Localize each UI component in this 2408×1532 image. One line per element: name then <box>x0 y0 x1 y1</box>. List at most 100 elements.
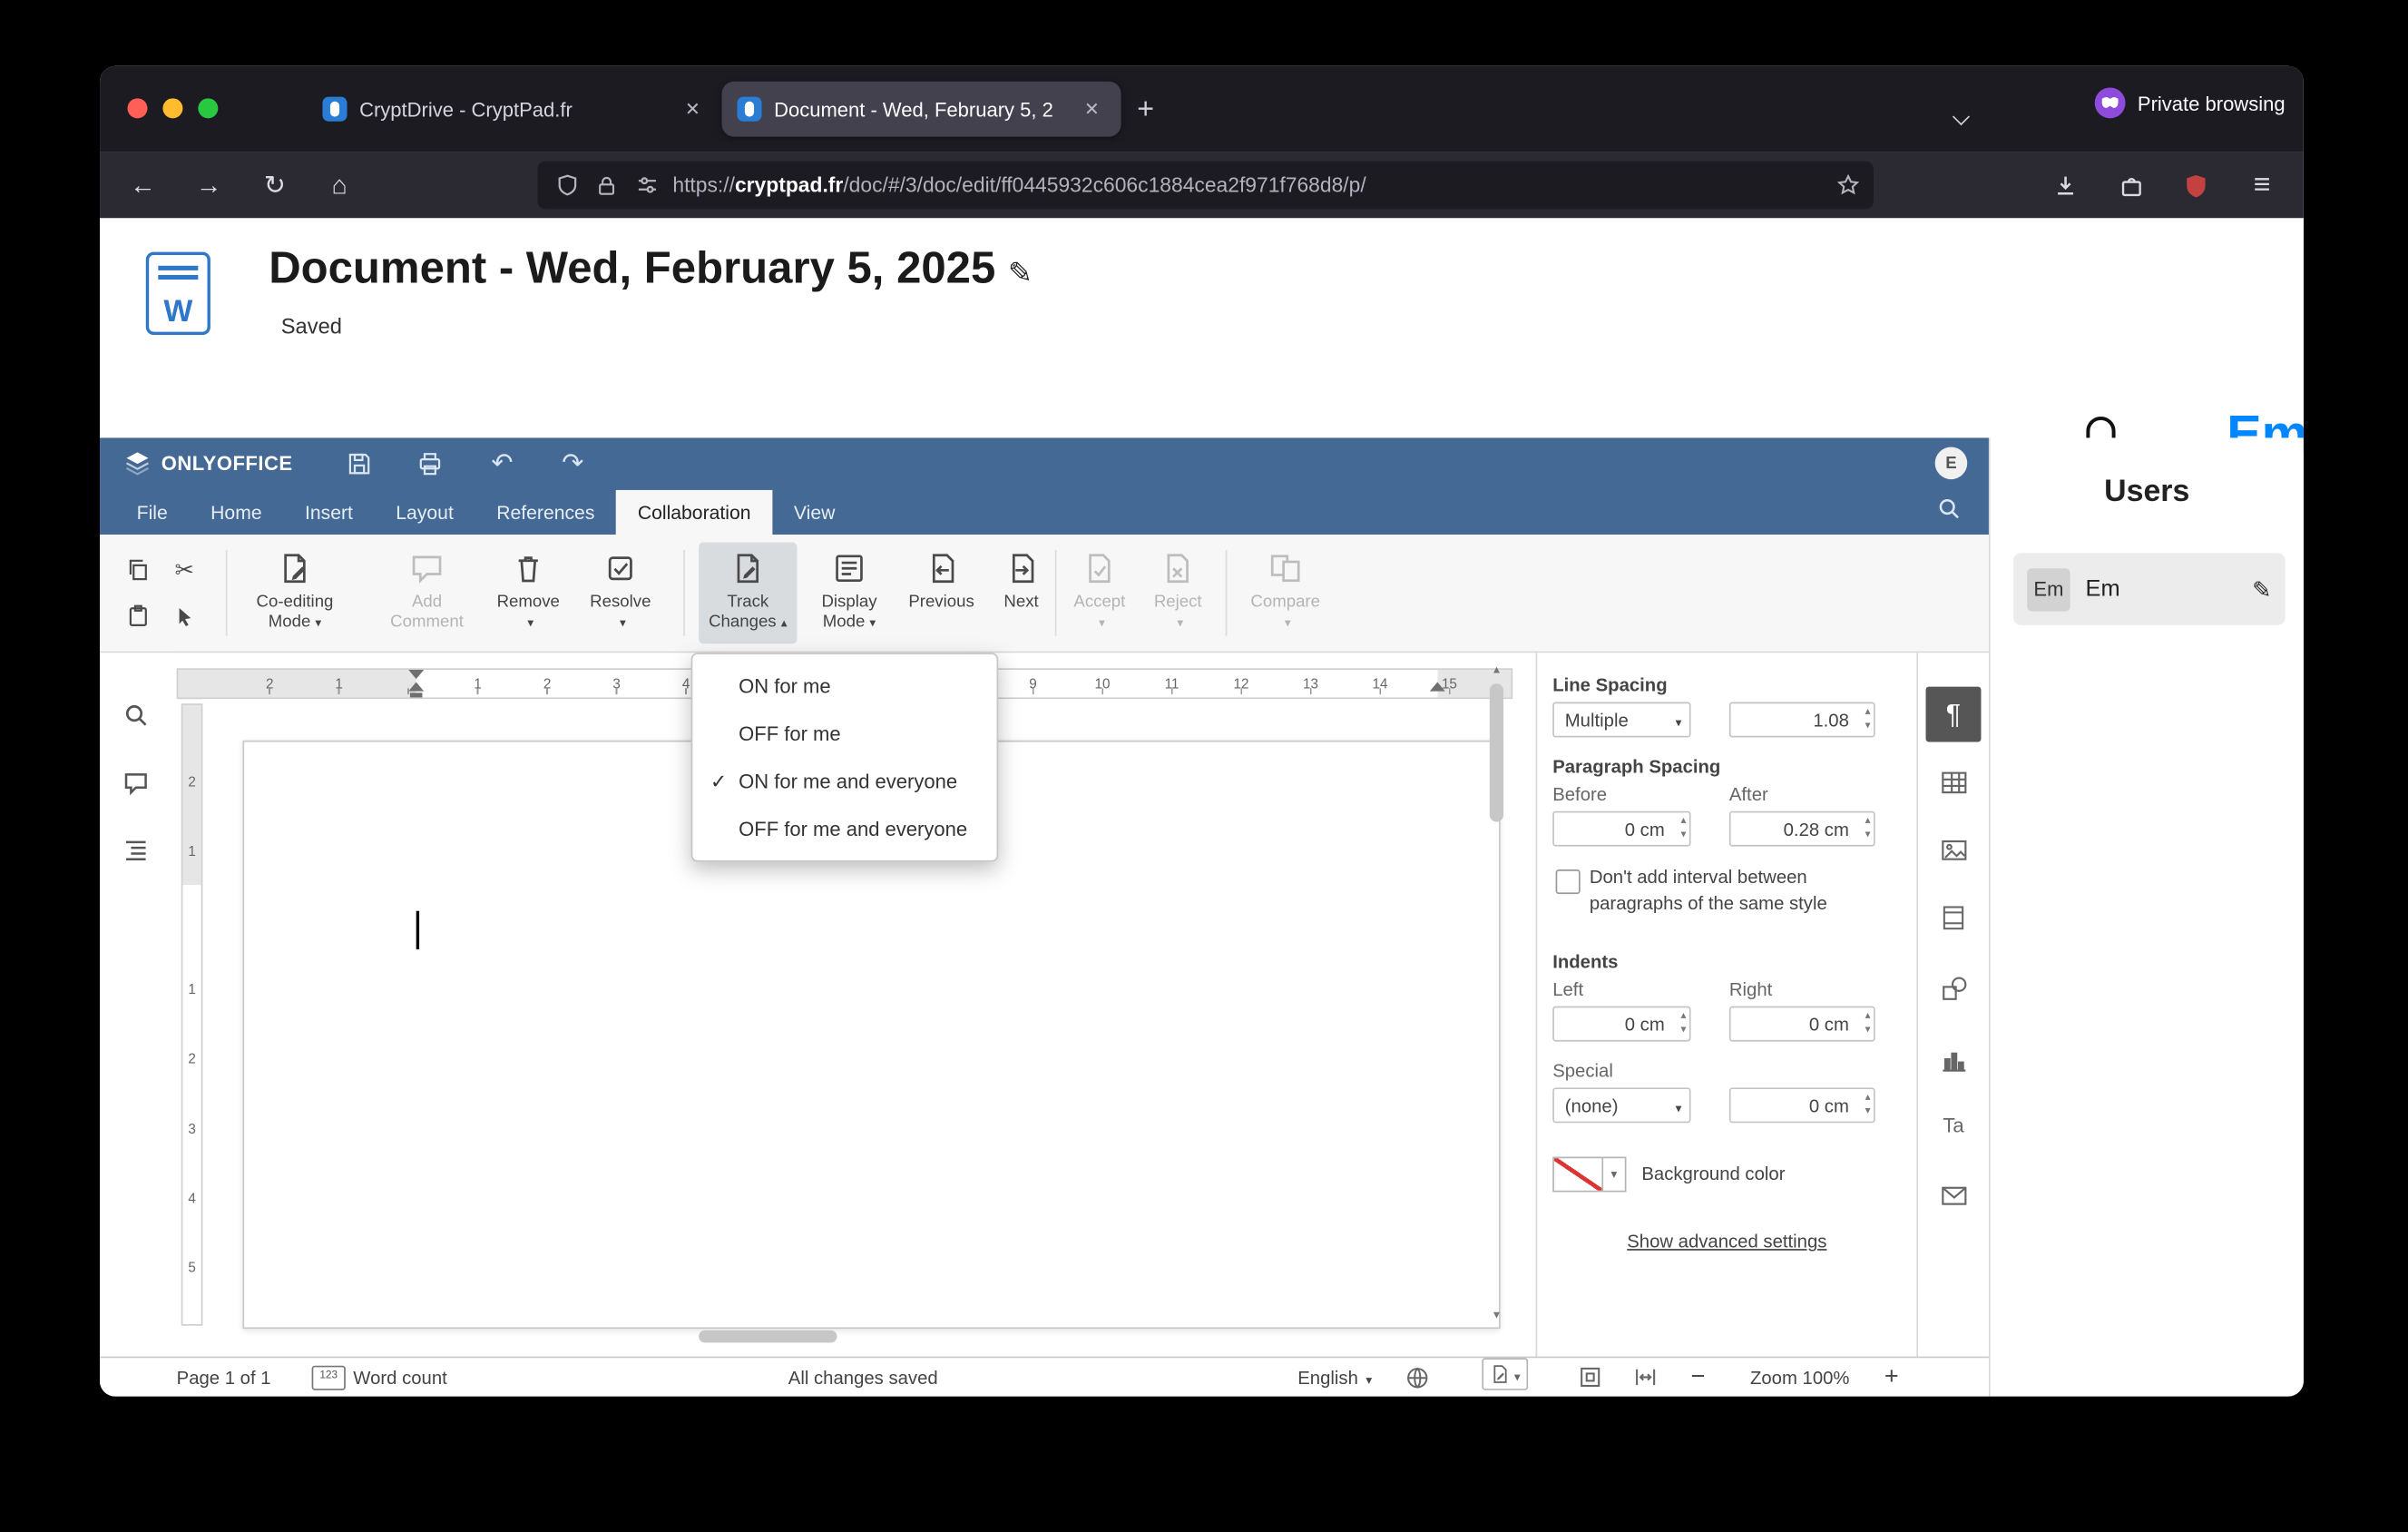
menu-tab[interactable]: References <box>475 490 617 535</box>
zoom-window-button[interactable] <box>198 98 219 119</box>
spacing-after-spinner[interactable]: 0.28 cm ▴ ▾ <box>1728 810 1875 847</box>
add-comment-button[interactable]: Add Comment <box>377 542 478 643</box>
spinner-arrows-icon[interactable]: ▴ ▾ <box>1681 814 1687 841</box>
spinner-arrows-icon[interactable]: ▴ ▾ <box>1865 1091 1871 1118</box>
edit-title-icon[interactable]: ✎ <box>1008 258 1033 290</box>
language-selector[interactable]: English <box>1297 1358 1372 1396</box>
spinner-arrows-icon[interactable]: ▴ ▾ <box>1865 705 1871 732</box>
scroll-down-icon[interactable]: ▼ <box>1486 1307 1506 1325</box>
save-icon[interactable] <box>341 447 378 481</box>
fit-width-icon[interactable] <box>1634 1358 1657 1396</box>
scrollbar-thumb[interactable] <box>1489 683 1504 822</box>
set-language-globe-icon[interactable] <box>1405 1358 1430 1396</box>
advanced-settings-link[interactable]: Show advanced settings <box>1537 1231 1916 1252</box>
indent-left-spinner[interactable]: 0 cm ▴ ▾ <box>1552 1006 1691 1042</box>
tab-cryptdrive[interactable]: CryptDrive - CryptPad.fr ✕ <box>308 82 722 137</box>
spinner-arrows-icon[interactable]: ▴ ▾ <box>1865 1009 1871 1036</box>
menu-tab[interactable]: View <box>772 490 857 535</box>
spacing-before-spinner[interactable]: 0 cm ▴ ▾ <box>1552 810 1691 847</box>
interval-checkbox[interactable] <box>1555 869 1581 895</box>
left-indent-marker[interactable] <box>409 692 423 698</box>
extensions-icon[interactable] <box>2110 164 2153 207</box>
accept-button[interactable]: Accept <box>1064 542 1135 643</box>
redo-icon[interactable]: ↷ <box>554 447 592 481</box>
compare-button[interactable]: Compare <box>1239 542 1332 643</box>
menu-hamburger-icon[interactable]: ≡ <box>2241 164 2284 207</box>
horizontal-scrollbar[interactable] <box>177 1329 1490 1344</box>
url-bar[interactable]: https://cryptpad.fr/doc/#/3/doc/edit/ff0… <box>537 161 1874 210</box>
reload-icon[interactable]: ↻ <box>253 164 296 207</box>
line-spacing-select[interactable]: Multiple <box>1552 702 1691 738</box>
new-tab-button[interactable]: + <box>1126 91 1166 131</box>
scrollbar-thumb[interactable] <box>699 1330 837 1343</box>
coediting-mode-button[interactable]: Co-editing Mode <box>237 542 354 643</box>
previous-change-button[interactable]: Previous <box>903 542 980 643</box>
tab-document[interactable]: Document - Wed, February 5, 2 ✕ <box>721 81 1121 137</box>
vertical-scrollbar[interactable]: ▲ ▼ <box>1486 663 1506 1326</box>
back-icon[interactable]: ← <box>122 164 164 207</box>
copy-icon[interactable] <box>126 557 151 582</box>
spinner-arrows-icon[interactable]: ▴ ▾ <box>1681 1009 1687 1036</box>
zoom-in-button[interactable]: + <box>1884 1358 1899 1396</box>
spinner-arrows-icon[interactable]: ▴ ▾ <box>1865 814 1871 841</box>
first-line-indent-marker[interactable] <box>408 669 425 680</box>
resolve-button[interactable]: Resolve <box>579 542 661 643</box>
display-mode-button[interactable]: Display Mode <box>805 542 894 643</box>
track-changes-display-toggle[interactable] <box>1482 1358 1529 1390</box>
cut-icon[interactable]: ✂ <box>174 556 193 584</box>
headerfooter-settings-icon[interactable] <box>1926 889 1982 945</box>
list-tabs-chevron-icon[interactable] <box>1952 103 1971 130</box>
chart-settings-icon[interactable] <box>1926 1031 1982 1086</box>
navigation-headings-icon[interactable] <box>118 832 152 866</box>
reject-button[interactable]: Reject <box>1142 542 1213 643</box>
lock-icon[interactable] <box>587 165 627 205</box>
track-menu-item[interactable]: ON for me and everyone <box>692 757 996 804</box>
tab-close-icon[interactable]: ✕ <box>1078 95 1105 123</box>
tracking-shield-icon[interactable] <box>547 165 587 205</box>
permissions-icon[interactable] <box>627 165 667 205</box>
bookmark-star-icon[interactable] <box>1827 165 1867 205</box>
textart-settings-icon[interactable]: Ta <box>1926 1097 1982 1153</box>
word-count-button[interactable]: Word count <box>311 1358 447 1396</box>
line-spacing-spinner[interactable]: 1.08 ▴ ▾ <box>1728 702 1875 738</box>
select-all-icon[interactable] <box>172 604 195 627</box>
edit-user-icon[interactable]: ✎ <box>2252 575 2271 604</box>
paste-icon[interactable] <box>126 604 151 628</box>
track-menu-item[interactable]: ON for me <box>692 663 996 710</box>
track-changes-button[interactable]: Track Changes <box>699 542 798 644</box>
menu-tab[interactable]: Collaboration <box>616 489 773 535</box>
page-indicator[interactable]: Page 1 of 1 <box>177 1358 271 1396</box>
home-icon[interactable]: ⌂ <box>318 164 360 207</box>
menu-tab[interactable]: File <box>115 490 190 535</box>
background-color-dropdown[interactable]: ▾ <box>1603 1156 1627 1193</box>
menu-tab[interactable]: Home <box>189 490 283 535</box>
shape-settings-icon[interactable] <box>1926 960 1982 1016</box>
background-color-swatch[interactable] <box>1552 1156 1604 1193</box>
remove-comment-button[interactable]: Remove <box>487 542 570 643</box>
next-change-button[interactable]: Next <box>992 542 1050 643</box>
tab-close-icon[interactable]: ✕ <box>679 95 706 123</box>
print-icon[interactable] <box>412 447 449 481</box>
track-menu-item[interactable]: OFF for me <box>692 710 996 757</box>
indent-right-spinner[interactable]: 0 cm ▴ ▾ <box>1728 1006 1875 1042</box>
paragraph-settings-icon[interactable]: ¶ <box>1925 686 1982 742</box>
fit-page-icon[interactable] <box>1579 1358 1601 1396</box>
special-spinner[interactable]: 0 cm ▴ ▾ <box>1728 1087 1875 1124</box>
vertical-ruler[interactable]: 2 1 1 2 3 4 5 6 <box>181 703 203 1326</box>
mailmerge-settings-icon[interactable] <box>1926 1167 1982 1223</box>
zoom-out-button[interactable]: − <box>1691 1358 1706 1396</box>
hanging-indent-marker[interactable] <box>408 682 425 692</box>
undo-icon[interactable]: ↶ <box>484 447 521 481</box>
right-indent-marker[interactable] <box>1429 682 1445 692</box>
track-menu-item[interactable]: OFF for me and everyone <box>692 805 996 852</box>
minimize-window-button[interactable] <box>162 98 183 119</box>
search-icon[interactable] <box>1936 496 1961 521</box>
scroll-up-icon[interactable]: ▲ <box>1486 663 1506 681</box>
adblock-icon[interactable] <box>2175 164 2217 207</box>
menu-tab[interactable]: Insert <box>283 490 374 535</box>
find-icon[interactable] <box>118 697 152 731</box>
download-icon[interactable] <box>2044 164 2087 207</box>
comments-panel-icon[interactable] <box>118 765 152 799</box>
image-settings-icon[interactable] <box>1926 822 1982 878</box>
special-select[interactable]: (none) <box>1552 1087 1691 1124</box>
